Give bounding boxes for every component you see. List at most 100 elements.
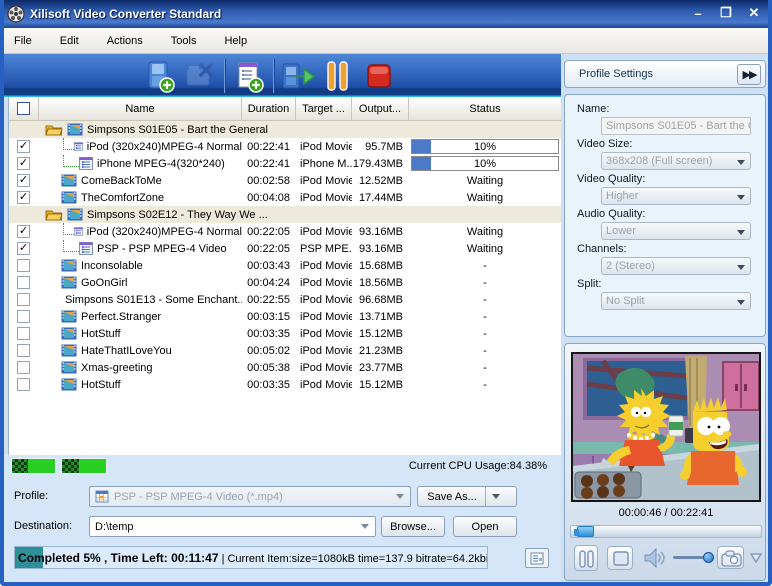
table-row[interactable]: HateThatILoveYou00:05:02iPod Movie21.23M…	[9, 342, 561, 359]
split-select[interactable]: No Split	[601, 292, 751, 310]
save-as-dropdown[interactable]	[485, 487, 507, 506]
row-checkbox[interactable]	[17, 293, 30, 306]
volume-icon[interactable]	[641, 546, 667, 570]
column-header-output[interactable]: Output...	[352, 97, 409, 120]
convert-button[interactable]	[278, 58, 318, 94]
seek-handle[interactable]	[577, 526, 594, 537]
chevron-down-icon[interactable]	[357, 518, 373, 535]
preview-pause-icon	[575, 546, 599, 572]
row-checkbox[interactable]	[17, 310, 30, 323]
group-row[interactable]: Simpsons S02E12 - They Way We ...	[9, 206, 561, 223]
chevron-down-icon[interactable]	[392, 488, 408, 505]
row-checkbox[interactable]	[17, 276, 30, 289]
table-row[interactable]: ✓iPod (320x240)MPEG-4 Normal00:22:41iPod…	[9, 138, 561, 155]
pause-icon	[324, 59, 352, 93]
table-row[interactable]: ✓iPod (320x240)MPEG-4 Normal00:22:05iPod…	[9, 223, 561, 240]
table-row[interactable]: ✓TheComfortZone00:04:08iPod Movie17.44MB…	[9, 189, 561, 206]
column-header-name[interactable]: Name	[39, 97, 242, 120]
maximize-button[interactable]: ❐	[716, 4, 736, 22]
table-row[interactable]: HotStuff00:03:35iPod Movie15.12MB-	[9, 376, 561, 393]
row-status: -	[483, 328, 487, 340]
menu-tools[interactable]: Tools	[157, 28, 211, 53]
row-checkbox[interactable]: ✓	[17, 242, 30, 255]
preview-stop-button[interactable]	[607, 546, 633, 570]
row-name: Perfect.Stranger	[81, 311, 161, 323]
toolbar	[0, 54, 561, 97]
convert-icon	[280, 59, 316, 93]
table-row[interactable]: Xmas-greeting00:05:38iPod Movie23.77MB-	[9, 359, 561, 376]
table-row[interactable]: ✓ComeBackToMe00:02:58iPod Movie12.52MBWa…	[9, 172, 561, 189]
table-row[interactable]: Perfect.Stranger00:03:15iPod Movie13.71M…	[9, 308, 561, 325]
save-as-button[interactable]: Save As...	[417, 486, 517, 507]
minimize-button[interactable]: –	[688, 4, 708, 22]
row-checkbox[interactable]	[17, 378, 30, 391]
row-target: iPod Movie	[300, 362, 352, 374]
stop-button[interactable]	[358, 58, 398, 94]
row-checkbox[interactable]	[17, 361, 30, 374]
profile-name-input[interactable]: Simpsons S01E05 - Bart the G	[601, 117, 751, 135]
table-row[interactable]: Simpsons S01E13 - Some Enchant...00:22:5…	[9, 291, 561, 308]
pause-button[interactable]	[318, 58, 358, 94]
status-text: Completed 5% , Time Left: 00:11:47 | Cur…	[15, 551, 488, 565]
add-file-button[interactable]	[140, 58, 180, 94]
row-target: iPod Movie	[300, 328, 352, 340]
title-bar[interactable]: Xilisoft Video Converter Standard – ❐ ✕	[0, 0, 772, 28]
open-button[interactable]: Open	[453, 516, 517, 537]
preview-panel: 00:00:46 / 00:22:41	[564, 343, 766, 581]
table-row[interactable]: Inconsolable00:03:43iPod Movie15.68MB-	[9, 257, 561, 274]
column-header-status[interactable]: Status	[409, 97, 561, 120]
row-checkbox[interactable]	[17, 344, 30, 357]
select-all-checkbox-cell[interactable]	[9, 97, 39, 120]
table-row[interactable]: GoOnGirl00:04:24iPod Movie18.56MB-	[9, 274, 561, 291]
destination-label: Destination:	[14, 520, 72, 532]
remove-file-button[interactable]	[180, 58, 220, 94]
row-name: Simpsons S02E12 - They Way We ...	[87, 209, 268, 221]
menu-edit[interactable]: Edit	[46, 28, 93, 53]
channels-select[interactable]: 2 (Stereo)	[601, 257, 751, 275]
seek-bar[interactable]	[570, 525, 762, 538]
table-row[interactable]: ✓iPhone MPEG-4(320*240)00:22:41iPhone M.…	[9, 155, 561, 172]
row-duration: 00:05:38	[247, 362, 290, 374]
log-button[interactable]	[525, 548, 549, 568]
video-size-select[interactable]: 368x208 (Full screen)	[601, 152, 751, 170]
table-row[interactable]: HotStuff00:03:35iPod Movie15.12MB-	[9, 325, 561, 342]
row-checkbox[interactable]	[17, 327, 30, 340]
row-checkbox[interactable]: ✓	[17, 225, 30, 238]
video-quality-select[interactable]: Higher	[601, 187, 751, 205]
video-preview[interactable]	[571, 352, 761, 502]
close-button[interactable]: ✕	[744, 4, 764, 22]
column-header-duration[interactable]: Duration	[242, 97, 296, 120]
add-profile-button[interactable]	[229, 58, 269, 94]
expand-panel-button[interactable]: ▶▶	[737, 64, 761, 85]
row-target: iPod Movie	[300, 277, 352, 289]
video-file-icon	[61, 327, 77, 340]
file-list-header[interactable]: Name Duration Target ... Output... Statu…	[9, 97, 561, 121]
select-all-checkbox[interactable]	[17, 102, 30, 115]
menu-actions[interactable]: Actions	[93, 28, 157, 53]
audio-quality-select[interactable]: Lower	[601, 222, 751, 240]
row-status: -	[483, 379, 487, 391]
preview-pause-button[interactable]	[574, 545, 598, 571]
snapshot-button[interactable]	[717, 546, 744, 569]
group-row[interactable]: Simpsons S01E05 - Bart the General	[9, 121, 561, 138]
row-output: 13.71MB	[359, 311, 403, 323]
destination-combo[interactable]: D:\temp	[89, 516, 376, 537]
menu-help[interactable]: Help	[210, 28, 261, 53]
stop-icon	[363, 59, 393, 93]
row-checkbox[interactable]	[17, 259, 30, 272]
browse-button[interactable]: Browse...	[381, 516, 445, 537]
profile-combo[interactable]: PSP - PSP MPEG-4 Video (*.mp4)	[89, 486, 411, 507]
chevron-down-icon	[737, 300, 745, 305]
row-checkbox[interactable]: ✓	[17, 140, 30, 153]
row-checkbox[interactable]: ✓	[17, 157, 30, 170]
table-row[interactable]: ✓PSP - PSP MPEG-4 Video00:22:05PSP MPE..…	[9, 240, 561, 257]
progress-bar: 10%	[411, 156, 559, 171]
row-checkbox[interactable]: ✓	[17, 174, 30, 187]
file-list: Name Duration Target ... Output... Statu…	[8, 97, 561, 455]
column-header-target[interactable]: Target ...	[296, 97, 352, 120]
row-checkbox[interactable]: ✓	[17, 191, 30, 204]
volume-knob[interactable]	[703, 552, 714, 563]
chevron-down-icon	[737, 160, 745, 165]
more-options-icon[interactable]	[749, 551, 763, 565]
menu-file[interactable]: File	[0, 28, 46, 53]
